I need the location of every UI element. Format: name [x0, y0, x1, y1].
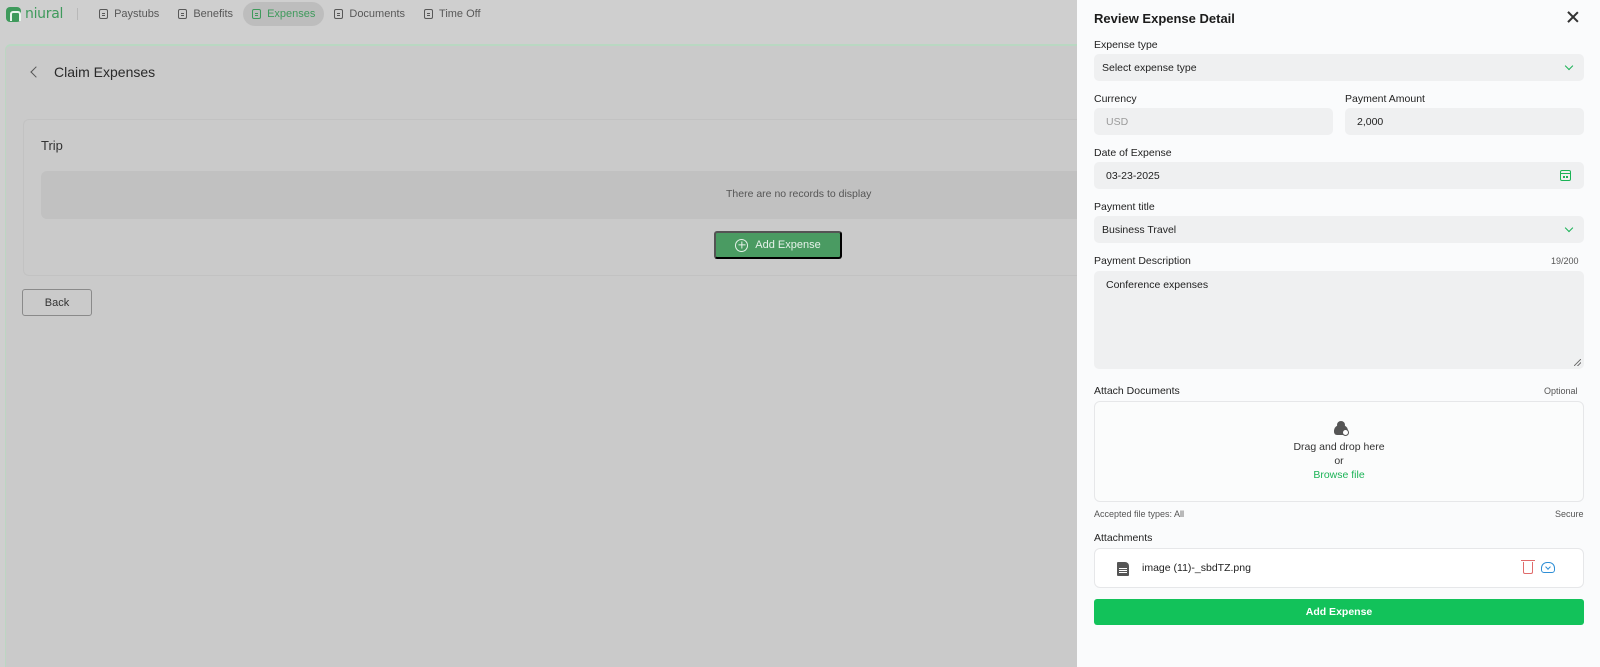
payment-amount-label: Payment Amount	[1345, 93, 1425, 105]
drawer-title: Review Expense Detail	[1094, 11, 1235, 26]
paystub-icon	[99, 9, 109, 19]
nav-item-label: Benefits	[193, 8, 234, 20]
file-dropzone[interactable]: Drag and drop here or Browse file	[1094, 401, 1584, 502]
calendar-icon[interactable]	[1560, 170, 1571, 181]
empty-records-box: There are no records to display	[41, 171, 1107, 219]
nav-item-label: Paystubs	[114, 8, 160, 20]
nav-item-label: Documents	[349, 8, 406, 20]
logo[interactable]: niural	[6, 6, 63, 22]
payment-title-value: Business Travel	[1102, 223, 1177, 236]
review-expense-drawer: Review Expense Detail Expense type Selec…	[1077, 0, 1600, 667]
description-textarea[interactable]: Conference expenses	[1094, 271, 1584, 369]
date-input[interactable]: 03-23-2025	[1094, 162, 1584, 189]
attachment-file-name: image (11)-_sbdTZ.png	[1142, 562, 1251, 574]
optional-label: Optional	[1544, 386, 1578, 396]
expense-type-label: Expense type	[1094, 39, 1158, 51]
nav-divider	[77, 8, 79, 20]
cloud-download-icon[interactable]	[1541, 562, 1555, 573]
page-title: Claim Expenses	[54, 64, 156, 80]
accepted-file-types: Accepted file types: All	[1094, 509, 1185, 519]
payment-amount-input[interactable]: 2,000	[1345, 108, 1584, 135]
back-arrow-icon[interactable]	[30, 66, 42, 78]
add-expense-submit-button[interactable]: Add Expense	[1094, 599, 1584, 625]
description-value: Conference expenses	[1106, 279, 1209, 291]
plus-circle-icon	[735, 238, 749, 252]
back-button[interactable]: Back	[22, 289, 92, 316]
nav-item-time-off[interactable]: Time Off	[415, 2, 490, 26]
payment-title-select[interactable]: Business Travel	[1094, 216, 1584, 243]
description-label: Payment Description	[1094, 255, 1191, 267]
file-icon	[1117, 562, 1129, 576]
secure-label: Secure	[1555, 509, 1584, 519]
calendar-icon	[424, 9, 434, 19]
browse-file-link[interactable]: Browse file	[1095, 469, 1583, 481]
attach-documents-label: Attach Documents	[1094, 385, 1180, 397]
or-text: or	[1334, 455, 1344, 467]
drag-drop-text: Drag and drop here	[1293, 441, 1385, 453]
nav-item-expenses[interactable]: Expenses	[243, 2, 325, 26]
resize-handle-icon[interactable]	[1574, 359, 1581, 366]
nav-item-label: Time Off	[439, 8, 481, 20]
attachments-label: Attachments	[1094, 532, 1153, 544]
chevron-down-icon	[1564, 61, 1574, 71]
add-expense-label: Add Expense	[755, 239, 821, 251]
payment-title-label: Payment title	[1094, 201, 1155, 213]
currency-field: USD	[1094, 108, 1333, 135]
date-label: Date of Expense	[1094, 147, 1172, 159]
date-value: 03-23-2025	[1106, 169, 1160, 182]
nav-item-benefits[interactable]: Benefits	[169, 2, 242, 26]
empty-message: There are no records to display	[726, 188, 872, 200]
expenses-icon	[252, 9, 262, 19]
trip-title: Trip	[41, 138, 63, 153]
chevron-down-icon	[1564, 223, 1574, 233]
nav-item-documents[interactable]: Documents	[325, 2, 414, 26]
expense-type-value: Select expense type	[1102, 61, 1197, 74]
documents-icon	[334, 9, 344, 19]
logo-text: niural	[25, 6, 64, 22]
currency-label: Currency	[1094, 93, 1137, 105]
attachment-item: image (11)-_sbdTZ.png	[1094, 548, 1584, 588]
nav-item-label: Expenses	[267, 8, 316, 20]
benefits-icon	[178, 9, 188, 19]
nav-item-paystubs[interactable]: Paystubs	[90, 2, 168, 26]
logo-icon	[6, 6, 21, 22]
page-header: Claim Expenses	[26, 64, 155, 80]
description-counter: 19/200	[1551, 256, 1579, 266]
cloud-upload-icon	[1334, 421, 1349, 436]
close-icon[interactable]	[1567, 11, 1579, 23]
expense-type-select[interactable]: Select expense type	[1094, 54, 1584, 81]
payment-amount-value: 2,000	[1357, 115, 1384, 128]
add-expense-button[interactable]: Add Expense	[714, 231, 842, 259]
trip-section: Trip There are no records to display	[23, 119, 1107, 276]
trash-icon[interactable]	[1521, 560, 1535, 574]
currency-value: USD	[1106, 115, 1129, 128]
